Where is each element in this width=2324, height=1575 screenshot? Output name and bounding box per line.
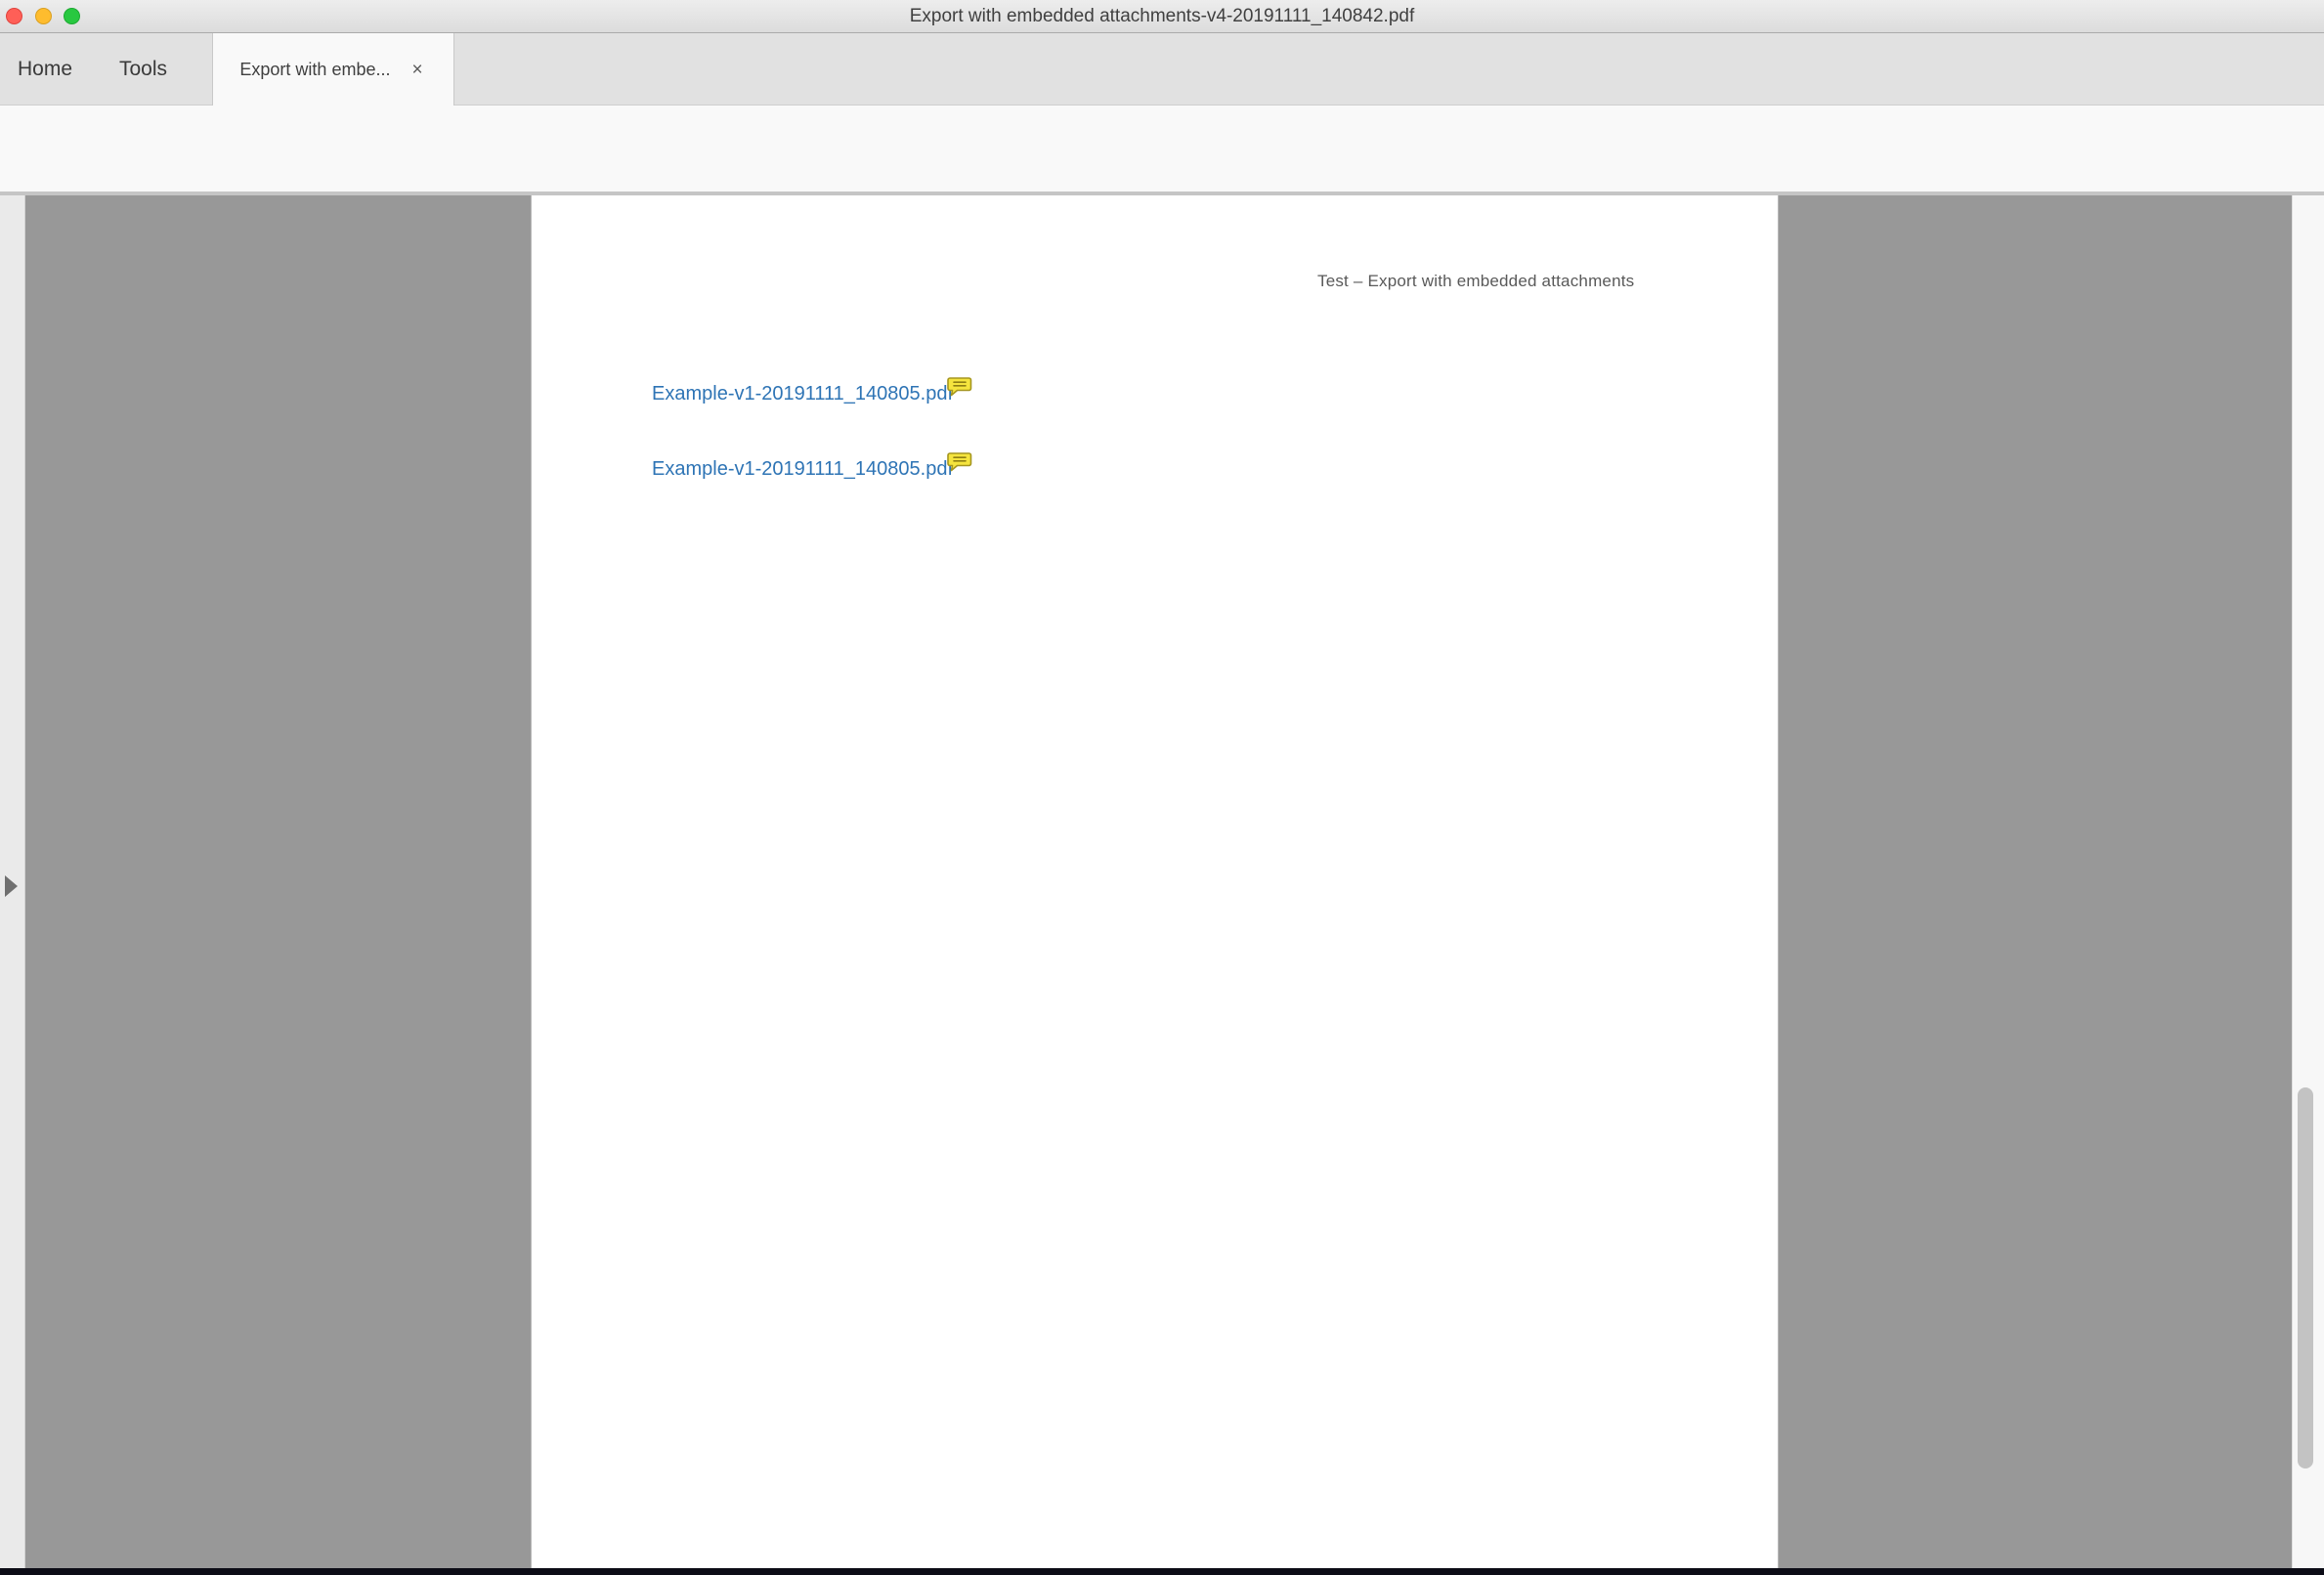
window-title: Export with embedded attachments-v4-2019… — [0, 0, 2324, 32]
minimize-window-button[interactable] — [35, 8, 52, 24]
window-bottom-edge — [0, 1568, 2324, 1575]
tab-document-active[interactable]: Export with embe... × — [212, 33, 454, 106]
document-canvas: Test – Export with embedded attachments … — [0, 195, 2324, 1575]
page-header-text: Test – Export with embedded attachments — [1317, 272, 1634, 291]
vertical-scrollbar[interactable] — [2292, 195, 2324, 1575]
tab-document-label: Export with embe... — [239, 60, 390, 80]
close-window-button[interactable] — [6, 8, 22, 24]
tab-bar: Home Tools Export with embe... × — [0, 33, 2324, 106]
expand-sidebar-arrow-icon[interactable] — [5, 875, 18, 897]
attachment-link[interactable]: Example-v1-20191111_140805.pdf — [652, 458, 953, 481]
window-titlebar: Export with embedded attachments-v4-2019… — [0, 0, 2324, 33]
main-toolbar: / 3 70.4% — [0, 106, 2324, 195]
pdf-page: Test – Export with embedded attachments … — [531, 195, 1779, 1575]
scrollbar-thumb[interactable] — [2298, 1087, 2313, 1469]
navigation-pane-strip — [0, 195, 25, 1575]
zoom-window-button[interactable] — [64, 8, 80, 24]
tab-home[interactable]: Home — [18, 33, 72, 106]
comment-note-icon[interactable] — [947, 376, 973, 404]
attachment-link[interactable]: Example-v1-20191111_140805.pdf — [652, 383, 953, 405]
tab-tools[interactable]: Tools — [119, 33, 167, 106]
tab-close-icon[interactable]: × — [408, 59, 426, 81]
comment-note-icon[interactable] — [947, 451, 973, 480]
